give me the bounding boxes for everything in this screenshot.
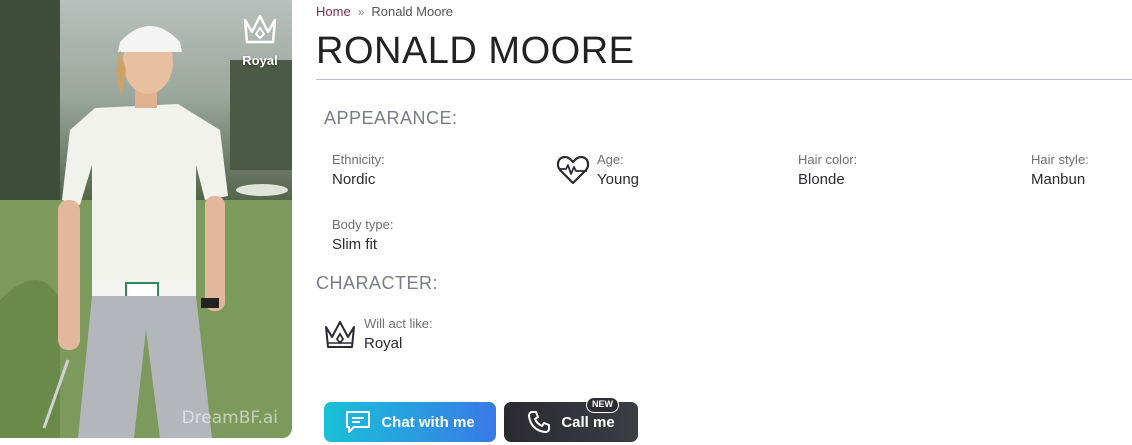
breadcrumb-home-link[interactable]: Home [316,4,351,19]
attr-value: Manbun [1031,171,1086,188]
chat-button-label: Chat with me [381,413,475,431]
attr-will-act-like: Will act like: Royal [322,316,433,352]
crown-icon [243,14,277,44]
attr-value: Royal [364,335,403,352]
heart-puzzle-icon [556,155,590,185]
call-button-label: Call me [561,413,615,431]
royal-badge: Royal [238,8,282,68]
attr-label: Hair color: [798,152,858,167]
breadcrumb-current: Ronald Moore [371,4,454,19]
attr-value: Slim fit [332,236,377,253]
attr-age: Age: Young [555,152,639,188]
new-badge: NEW [586,397,619,413]
appearance-heading: APPEARANCE: [324,108,458,128]
title-divider [316,79,1132,80]
watermark: DreamBF.ai [181,408,278,428]
phone-icon [528,411,551,433]
attr-hair-color: Hair color: Blonde [798,152,857,188]
chat-bubble-icon [346,411,371,433]
character-heading: CHARACTER: [316,273,439,293]
attr-label: Ethnicity: [332,152,385,167]
crown-icon [325,321,355,348]
attr-body-type: Body type: Slim fit [332,217,393,253]
attr-label: Will act like: [364,316,433,331]
attr-value: Blonde [798,171,845,188]
attr-value: Nordic [332,171,376,188]
attr-label: Hair style: [1031,152,1089,167]
breadcrumb-separator: » [357,4,365,19]
attr-value: Young [597,171,639,188]
attr-label: Age: [597,152,624,167]
attr-ethnicity: Ethnicity: Nordic [332,152,385,188]
attr-label: Body type: [332,217,394,232]
breadcrumb: Home » Ronald Moore [316,4,453,19]
profile-portrait: Royal DreamBF.ai [0,0,292,438]
page-title: RONALD MOORE [316,30,635,72]
chat-button[interactable]: Chat with me [324,402,496,442]
badge-label: Royal [242,53,278,68]
attr-hair-style: Hair style: Manbun [1031,152,1089,188]
